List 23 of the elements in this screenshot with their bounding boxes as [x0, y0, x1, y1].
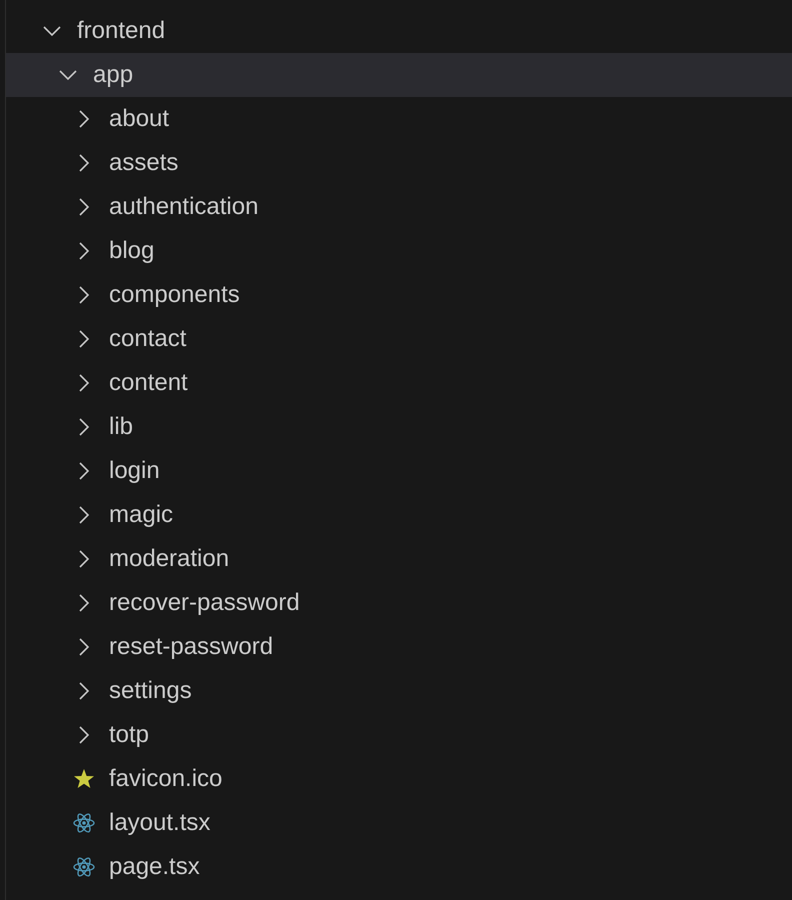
tree-item[interactable]: content: [6, 361, 792, 405]
star-icon: [73, 768, 95, 790]
tree-item[interactable]: totp: [6, 713, 792, 757]
tree-item[interactable]: recover-password: [6, 581, 792, 625]
tree-item[interactable]: contact: [6, 317, 792, 361]
tree-item[interactable]: login: [6, 449, 792, 493]
atom-icon: [73, 856, 95, 878]
tree-item[interactable]: settings: [6, 669, 792, 713]
tree-item[interactable]: moderation: [6, 537, 792, 581]
tree-item[interactable]: authentication: [6, 185, 792, 229]
tree-item[interactable]: favicon.ico: [6, 757, 792, 801]
tree-item[interactable]: blog: [6, 229, 792, 273]
tree-item[interactable]: reset-password: [6, 625, 792, 669]
tree-item[interactable]: app: [6, 53, 792, 97]
atom-icon: [73, 812, 95, 834]
tree-item[interactable]: about: [6, 97, 792, 141]
tree-item[interactable]: lib: [6, 405, 792, 449]
tree-item[interactable]: magic: [6, 493, 792, 537]
tree-item[interactable]: layout.tsx: [6, 801, 792, 845]
tree-item[interactable]: frontend: [6, 9, 792, 53]
tree-item[interactable]: components: [6, 273, 792, 317]
tree-item[interactable]: page.tsx: [6, 845, 792, 889]
tree-item[interactable]: assets: [6, 141, 792, 185]
